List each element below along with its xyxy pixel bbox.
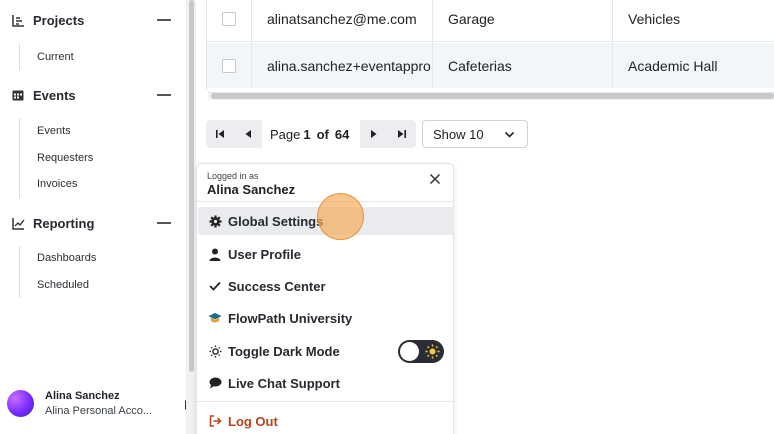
logout-icon <box>208 414 222 428</box>
sidebar-section-events[interactable]: Events <box>11 85 171 105</box>
avatar <box>7 390 34 417</box>
user-icon <box>208 247 222 261</box>
menu-item-user-profile[interactable]: User Profile <box>198 240 454 268</box>
first-page-icon <box>216 130 224 138</box>
divider <box>19 44 20 70</box>
sidebar-item-current[interactable]: Current <box>37 51 74 63</box>
chevron-down-icon <box>504 131 515 138</box>
sidebar: Projects Current Events Events Requester… <box>0 0 186 434</box>
chart-icon <box>11 13 25 27</box>
menu-item-label: User Profile <box>228 246 301 262</box>
divider <box>19 118 20 198</box>
sidebar-item-events[interactable]: Events <box>37 125 71 137</box>
collapse-icon[interactable] <box>157 19 171 21</box>
collapse-icon[interactable] <box>157 94 171 96</box>
dark-mode-toggle[interactable] <box>398 340 444 363</box>
prev-page-icon <box>245 130 251 138</box>
click-indicator <box>317 193 364 240</box>
sidebar-item-dashboards[interactable]: Dashboards <box>37 252 96 264</box>
sidebar-section-reporting[interactable]: Reporting <box>11 213 171 233</box>
user-org: Alina Personal Acco... <box>45 405 153 417</box>
type-cell: Academic Hall <box>612 43 774 88</box>
check-icon <box>208 279 222 293</box>
logged-in-user: Alina Sanchez <box>207 182 296 197</box>
menu-item-label: Global Settings <box>228 213 324 229</box>
sidebar-section-projects[interactable]: Projects <box>11 10 171 30</box>
menu-item-label: Log Out <box>228 413 278 429</box>
location-cell: Garage <box>432 0 612 42</box>
menu-item-log-out[interactable]: Log Out <box>198 407 454 434</box>
email-cell: alinatsanchez@me.com <box>251 0 432 42</box>
logged-in-label: Logged in as <box>207 171 259 181</box>
email-cell: alina.sanchez+eventappro <box>251 43 432 88</box>
line-chart-icon <box>11 216 25 230</box>
page-current: 1 <box>303 126 311 142</box>
menu-item-label: Success Center <box>228 278 326 294</box>
table-scrollbar-thumb[interactable] <box>211 93 774 99</box>
sun-icon <box>208 344 222 358</box>
pagination: Page 1 of 64 <box>206 120 417 148</box>
table-row[interactable]: alina.sanchez+eventappro Cafeterias Acad… <box>207 43 774 88</box>
toggle-knob <box>400 342 419 361</box>
collapse-icon[interactable] <box>157 222 171 224</box>
menu-item-label: Toggle Dark Mode <box>228 343 340 359</box>
sidebar-section-label: Events <box>33 87 76 103</box>
location-cell: Cafeterias <box>432 43 612 88</box>
page-total: 64 <box>334 126 350 142</box>
gear-icon <box>208 214 222 228</box>
menu-item-success-center[interactable]: Success Center <box>198 272 454 300</box>
graduation-cap-icon <box>208 311 222 325</box>
sidebar-item-invoices[interactable]: Invoices <box>37 178 77 190</box>
last-page-button[interactable] <box>388 120 417 148</box>
last-page-icon <box>398 130 407 138</box>
page-size-select[interactable]: Show 10 <box>422 120 528 148</box>
page-of: of <box>316 126 329 142</box>
divider <box>197 401 453 402</box>
calendar-icon <box>11 88 25 102</box>
table-row[interactable]: alinatsanchez@me.com Garage Vehicles <box>207 0 774 42</box>
divider <box>19 246 20 298</box>
prev-page-button[interactable] <box>234 120 262 148</box>
first-page-button[interactable] <box>206 120 234 148</box>
menu-item-label: Live Chat Support <box>228 375 340 391</box>
next-page-icon <box>371 130 377 138</box>
page-size-value: Show 10 <box>433 126 484 142</box>
row-checkbox[interactable] <box>222 12 236 26</box>
sun-icon <box>425 344 440 359</box>
sidebar-section-label: Reporting <box>33 215 95 231</box>
data-table: alinatsanchez@me.com Garage Vehicles ali… <box>206 0 774 90</box>
type-cell: Vehicles <box>612 0 774 42</box>
sidebar-item-scheduled[interactable]: Scheduled <box>37 279 89 291</box>
user-account-switcher[interactable]: Alina Sanchez Alina Personal Acco... <box>7 390 152 417</box>
close-icon[interactable] <box>429 173 441 185</box>
page-indicator: Page 1 of 64 <box>262 120 361 148</box>
sidebar-section-label: Projects <box>33 12 85 28</box>
menu-item-label: FlowPath University <box>228 310 353 326</box>
chat-bubble-icon <box>208 376 222 390</box>
menu-item-live-chat-support[interactable]: Live Chat Support <box>198 369 454 397</box>
sidebar-item-requesters[interactable]: Requesters <box>37 152 93 164</box>
sidebar-scrollbar-thumb[interactable] <box>189 0 194 372</box>
row-checkbox[interactable] <box>222 58 236 73</box>
user-name: Alina Sanchez <box>45 390 120 402</box>
menu-item-toggle-dark-mode[interactable]: Toggle Dark Mode <box>198 337 454 365</box>
page-prefix: Page <box>270 126 301 142</box>
next-page-button[interactable] <box>360 120 389 148</box>
menu-item-flowpath-university[interactable]: FlowPath University <box>198 304 454 332</box>
